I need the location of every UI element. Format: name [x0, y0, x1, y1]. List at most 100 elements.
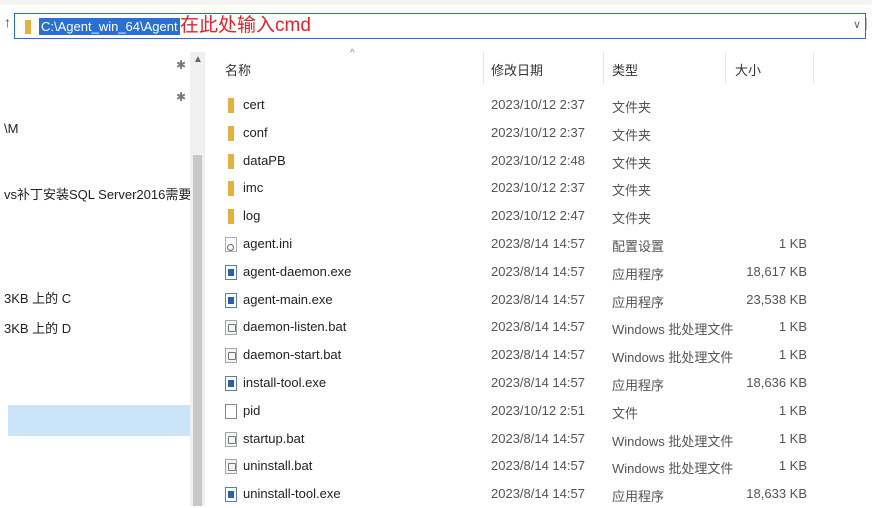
file-date: 2023/10/12 2:37: [491, 180, 585, 196]
folder-icon: [25, 20, 31, 34]
refresh-button[interactable]: [866, 18, 872, 30]
file-row[interactable]: cert 2023/10/12 2:37 文件夹: [215, 92, 872, 119]
column-divider[interactable]: [483, 52, 484, 84]
sort-up-icon: ^: [350, 48, 355, 59]
file-size: 1 KB: [778, 347, 807, 363]
bat-file-icon: [225, 348, 237, 364]
file-date: 2023/10/12 2:37: [491, 124, 585, 140]
file-size: 1 KB: [778, 430, 807, 446]
file-row[interactable]: agent-daemon.exe 2023/8/14 14:57 应用程序 18,61…: [215, 259, 872, 286]
file-size: 18,617 KB: [746, 263, 807, 279]
file-row[interactable]: daemon-start.bat 2023/8/14 14:57 Windows 批…: [215, 342, 872, 369]
column-divider[interactable]: [603, 52, 604, 84]
file-row[interactable]: daemon-listen.bat 2023/8/14 14:57 Windows …: [215, 314, 872, 341]
file-size: 1 KB: [778, 319, 807, 335]
file-row[interactable]: uninstall.bat 2023/8/14 14:57 Windows 批处理文…: [215, 453, 872, 480]
file-type: 配置设置: [612, 239, 665, 254]
column-header: ^ 名称 修改日期 类型 大小: [215, 48, 815, 88]
chevron-down-icon[interactable]: ∨: [853, 18, 861, 31]
nav-scrollbar-thumb[interactable]: [193, 155, 202, 506]
file-row[interactable]: conf 2023/10/12 2:37 文件夹: [215, 120, 872, 147]
file-name: dataPB: [243, 152, 286, 168]
file-type: 应用程序: [612, 489, 665, 505]
file-date: 2023/8/14 14:57: [491, 291, 585, 307]
address-path[interactable]: C:\Agent_win_64\Agent: [39, 18, 180, 35]
file-type: 应用程序: [612, 294, 665, 310]
file-name: cert: [243, 97, 265, 112]
file-date: 2023/8/14 14:57: [491, 430, 585, 446]
file-type: 文件夹: [612, 127, 652, 143]
ini-file-icon: [225, 237, 237, 252]
exe-file-icon: [225, 376, 237, 391]
address-annotation: 在此处输入cmd: [180, 15, 311, 36]
exe-file-icon: [225, 264, 237, 280]
folder-icon: [228, 209, 234, 225]
file-date: 2023/8/14 14:57: [491, 263, 585, 279]
nav-item-drive-d[interactable]: 3KB 上的 D: [4, 318, 71, 337]
nav-item-drive-c[interactable]: 3KB 上的 C: [4, 288, 71, 307]
file-size: 1 KB: [778, 236, 807, 251]
folder-icon: [228, 125, 234, 141]
column-name[interactable]: 名称: [225, 60, 251, 79]
nav-selected-item[interactable]: [8, 405, 190, 436]
file-name: startup.bat: [243, 430, 305, 446]
file-date: 2023/10/12 2:37: [491, 97, 585, 112]
file-row[interactable]: uninstall-tool.exe 2023/8/14 14:57 应用程序 18,…: [215, 481, 872, 508]
file-row[interactable]: dataPB 2023/10/12 2:48 文件夹: [215, 148, 872, 175]
file-name: install-tool.exe: [243, 375, 327, 390]
bat-file-icon: [225, 431, 237, 447]
column-type[interactable]: 类型: [612, 60, 638, 79]
file-date: 2023/8/14 14:57: [491, 236, 585, 251]
file-date: 2023/10/12 2:51: [491, 402, 585, 418]
file-name: daemon-listen.bat: [243, 319, 347, 335]
file-icon: [225, 403, 237, 419]
file-row[interactable]: agent-main.exe 2023/8/14 14:57 应用程序 23,538 …: [215, 287, 872, 314]
file-date: 2023/10/12 2:47: [491, 208, 585, 224]
folder-icon: [228, 98, 234, 113]
file-name: pid: [243, 402, 261, 418]
file-type: 文件: [612, 405, 639, 421]
file-type: 文件夹: [612, 211, 652, 227]
address-row: ↑ C:\Agent_win_64\Agent 在此处输入cmd ∨: [0, 8, 872, 46]
address-bar[interactable]: C:\Agent_win_64\Agent 在此处输入cmd ∨: [14, 13, 866, 39]
file-type: 文件夹: [612, 100, 652, 115]
file-name: daemon-start.bat: [243, 347, 342, 363]
file-row[interactable]: imc 2023/10/12 2:37 文件夹: [215, 175, 872, 202]
file-name: conf: [243, 124, 268, 140]
bat-file-icon: [225, 459, 237, 475]
column-divider[interactable]: [813, 52, 814, 84]
file-date: 2023/10/12 2:48: [491, 152, 585, 168]
nav-item[interactable]: vs补丁安装SQL Server2016需要: [4, 184, 191, 203]
file-size: 1 KB: [778, 458, 807, 474]
file-name: agent-main.exe: [243, 291, 333, 307]
column-size[interactable]: 大小: [735, 60, 761, 79]
file-type: 文件夹: [612, 183, 652, 199]
file-name: agent-daemon.exe: [243, 263, 352, 279]
file-name: uninstall.bat: [243, 458, 313, 474]
file-type: 文件夹: [612, 155, 652, 171]
bat-file-icon: [225, 320, 237, 336]
file-type: 应用程序: [612, 378, 665, 393]
navigation-pane: ✱ ✱ \M vs补丁安装SQL Server2016需要 3KB 上的 C 3…: [0, 48, 191, 506]
file-row[interactable]: agent.ini 2023/8/14 14:57 配置设置 1 KB: [215, 231, 872, 258]
file-row[interactable]: startup.bat 2023/8/14 14:57 Windows 批处理文件 1…: [215, 426, 872, 453]
file-row[interactable]: log 2023/10/12 2:47 文件夹: [215, 203, 872, 230]
column-divider[interactable]: [725, 52, 726, 84]
nav-item[interactable]: \M: [4, 121, 18, 136]
file-row[interactable]: install-tool.exe 2023/8/14 14:57 应用程序 18,63…: [215, 370, 872, 397]
file-size: 23,538 KB: [746, 291, 807, 307]
folder-icon: [228, 153, 234, 169]
pin-icon[interactable]: ✱: [176, 90, 186, 104]
window-top-strip: [0, 0, 872, 5]
file-name: agent.ini: [243, 236, 293, 251]
file-date: 2023/8/14 14:57: [491, 486, 585, 502]
file-size: 18,636 KB: [746, 375, 807, 390]
pin-icon[interactable]: ✱: [176, 58, 186, 72]
file-type: 应用程序: [612, 266, 665, 282]
file-date: 2023/8/14 14:57: [491, 347, 585, 363]
file-date: 2023/8/14 14:57: [491, 375, 585, 390]
column-date[interactable]: 修改日期: [491, 60, 543, 79]
exe-file-icon: [225, 487, 237, 503]
file-row[interactable]: pid 2023/10/12 2:51 文件 1 KB: [215, 398, 872, 425]
scroll-up-icon[interactable]: ▲: [193, 54, 203, 65]
